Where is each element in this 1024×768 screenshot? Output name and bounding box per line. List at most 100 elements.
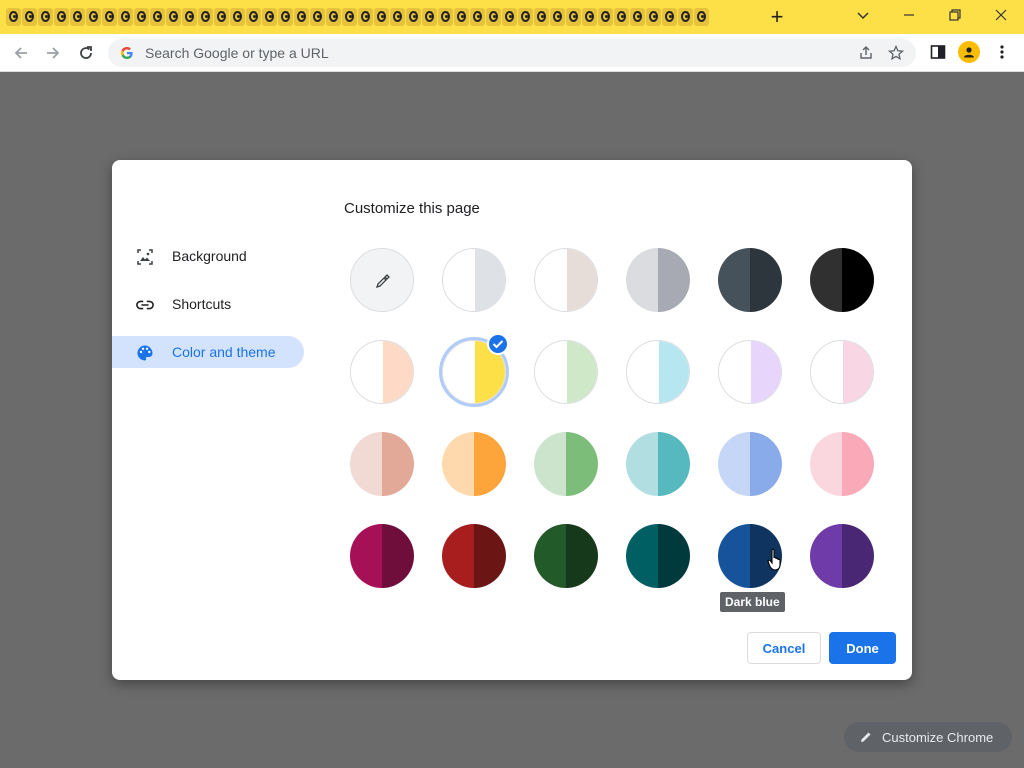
browser-tab[interactable] — [294, 8, 309, 26]
browser-tab[interactable] — [422, 8, 437, 26]
cancel-button[interactable]: Cancel — [747, 632, 821, 664]
browser-tab[interactable] — [22, 8, 37, 26]
browser-tab[interactable] — [214, 8, 229, 26]
color-swatch[interactable] — [442, 432, 506, 496]
browser-tab[interactable] — [38, 8, 53, 26]
browser-tab[interactable] — [694, 8, 709, 26]
browser-tab[interactable] — [310, 8, 325, 26]
browser-tab[interactable] — [326, 8, 341, 26]
sidebar-item-color-and-theme[interactable]: Color and theme — [112, 336, 304, 368]
color-swatch[interactable] — [626, 248, 690, 312]
new-tab-button[interactable]: + — [764, 4, 790, 30]
color-swatch[interactable] — [718, 248, 782, 312]
custom-color-swatch[interactable] — [350, 248, 414, 312]
sidebar-item-shortcuts[interactable]: Shortcuts — [112, 288, 312, 320]
color-swatch[interactable] — [626, 432, 690, 496]
browser-tab[interactable] — [246, 8, 261, 26]
color-swatch[interactable] — [350, 432, 414, 496]
color-swatch[interactable] — [626, 524, 690, 588]
color-swatch[interactable] — [810, 340, 874, 404]
browser-tab[interactable] — [374, 8, 389, 26]
browser-tab[interactable] — [198, 8, 213, 26]
browser-tab[interactable] — [390, 8, 405, 26]
close-button[interactable] — [978, 0, 1024, 30]
omnibox[interactable] — [108, 39, 916, 67]
browser-tab[interactable] — [134, 8, 149, 26]
omnibox-input[interactable] — [143, 44, 827, 62]
browser-tab[interactable] — [150, 8, 165, 26]
color-swatch[interactable] — [442, 248, 506, 312]
browser-tab[interactable] — [470, 8, 485, 26]
restore-button[interactable] — [932, 0, 978, 30]
color-swatch[interactable] — [442, 524, 506, 588]
browser-tab[interactable] — [614, 8, 629, 26]
browser-tab[interactable] — [438, 8, 453, 26]
color-swatch[interactable] — [534, 524, 598, 588]
menu-button[interactable] — [994, 41, 1010, 63]
browser-tab[interactable] — [70, 8, 85, 26]
browser-tab[interactable] — [406, 8, 421, 26]
browser-tab[interactable] — [630, 8, 645, 26]
avatar — [958, 41, 980, 63]
profile-button[interactable] — [958, 41, 980, 63]
color-swatch[interactable] — [810, 432, 874, 496]
browser-tab[interactable] — [662, 8, 677, 26]
browser-tab[interactable] — [278, 8, 293, 26]
reload-button[interactable] — [73, 40, 99, 66]
skull-icon — [649, 11, 658, 22]
skull-icon — [105, 11, 114, 22]
browser-tab[interactable] — [518, 8, 533, 26]
tab-search-button[interactable] — [840, 0, 886, 30]
browser-tab[interactable] — [502, 8, 517, 26]
browser-tab[interactable] — [230, 8, 245, 26]
color-swatch[interactable] — [534, 248, 598, 312]
browser-tab[interactable] — [550, 8, 565, 26]
skull-icon — [137, 11, 146, 22]
browser-tab[interactable] — [86, 8, 101, 26]
share-icon — [860, 46, 872, 59]
browser-tab[interactable] — [566, 8, 581, 26]
color-swatch[interactable] — [810, 248, 874, 312]
color-swatch[interactable] — [534, 432, 598, 496]
link-icon — [136, 296, 154, 314]
browser-tab[interactable] — [118, 8, 133, 26]
browser-tab[interactable] — [182, 8, 197, 26]
browser-tab[interactable] — [54, 8, 69, 26]
browser-tab[interactable] — [582, 8, 597, 26]
skull-icon — [73, 11, 82, 22]
done-button[interactable]: Done — [829, 632, 896, 664]
color-swatch[interactable] — [718, 432, 782, 496]
browser-tab[interactable] — [6, 8, 21, 26]
person-icon — [964, 47, 974, 58]
minimize-button[interactable] — [886, 0, 932, 30]
browser-tab[interactable] — [678, 8, 693, 26]
forward-button[interactable] — [40, 40, 66, 66]
browser-tab[interactable] — [454, 8, 469, 26]
bookmark-star-button[interactable] — [886, 43, 906, 63]
browser-tab[interactable] — [342, 8, 357, 26]
color-swatch[interactable] — [350, 340, 414, 404]
share-button[interactable] — [856, 43, 876, 63]
color-swatch[interactable] — [626, 340, 690, 404]
side-panel-button[interactable] — [927, 41, 949, 63]
browser-tab[interactable] — [358, 8, 373, 26]
minimize-icon — [904, 14, 914, 16]
color-swatch[interactable] — [810, 524, 874, 588]
skull-icon — [601, 11, 610, 22]
browser-tab[interactable] — [166, 8, 181, 26]
skull-icon — [345, 11, 354, 22]
browser-tab[interactable] — [102, 8, 117, 26]
color-swatch[interactable] — [350, 524, 414, 588]
sidebar-item-background[interactable]: Background — [112, 240, 312, 272]
browser-tab[interactable] — [598, 8, 613, 26]
color-swatch[interactable] — [534, 340, 598, 404]
skull-icon — [233, 11, 242, 22]
browser-tab[interactable] — [262, 8, 277, 26]
skull-icon — [169, 11, 178, 22]
browser-tab[interactable] — [646, 8, 661, 26]
customize-chrome-button[interactable]: Customize Chrome — [844, 722, 1012, 752]
back-button[interactable] — [8, 40, 34, 66]
browser-tab[interactable] — [534, 8, 549, 26]
color-swatch[interactable] — [718, 340, 782, 404]
browser-tab[interactable] — [486, 8, 501, 26]
